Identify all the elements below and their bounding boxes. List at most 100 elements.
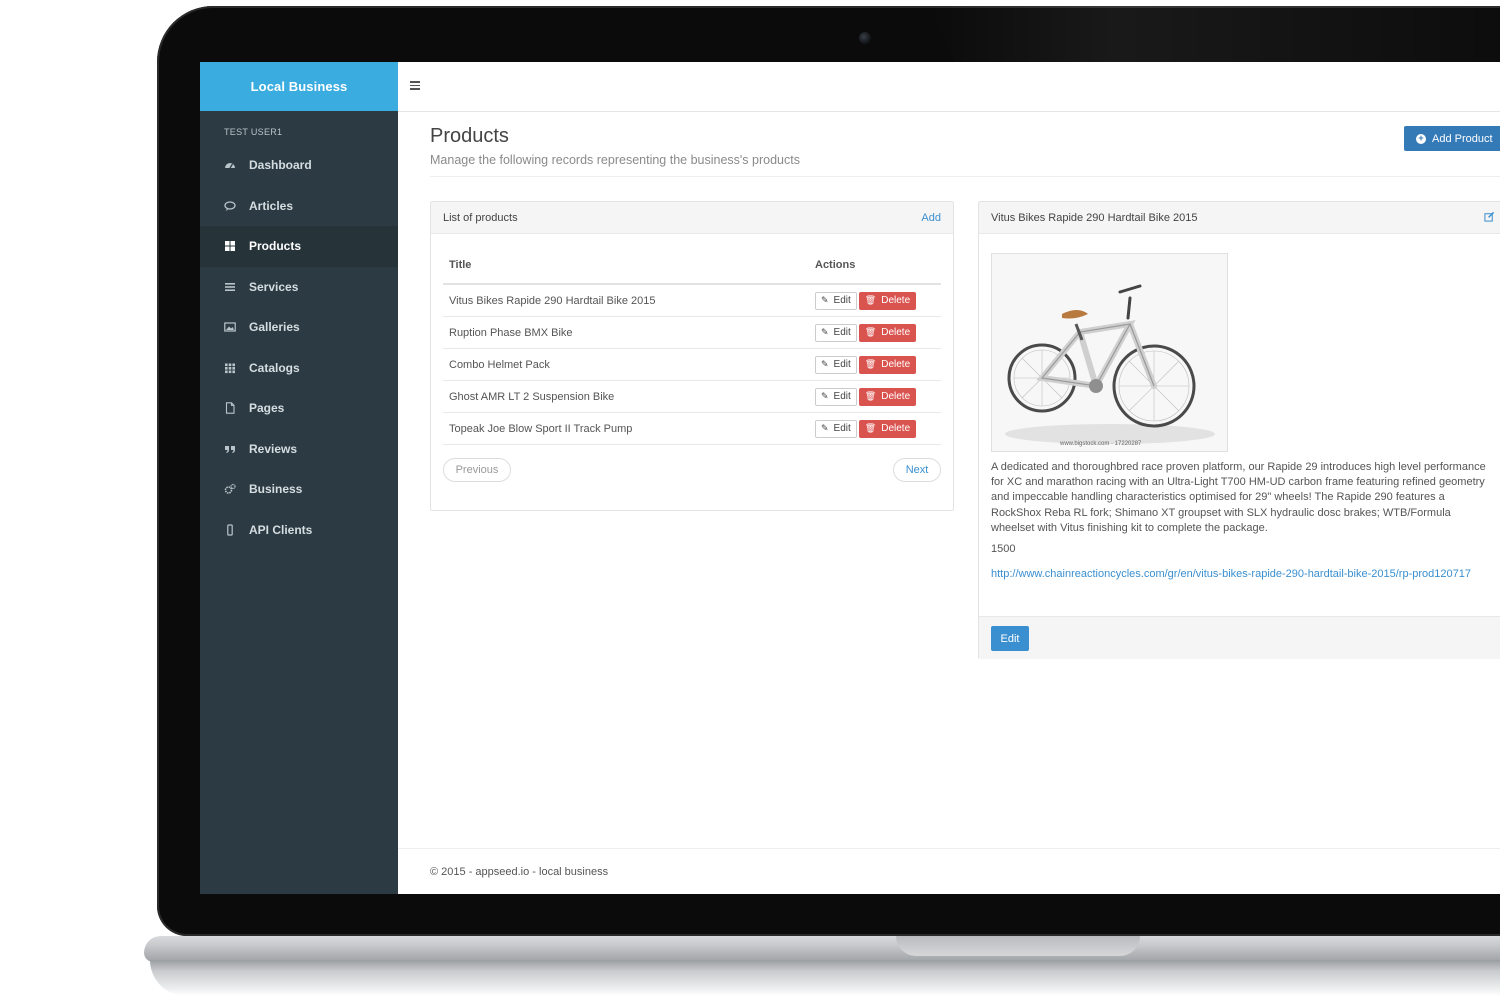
row-edit-button[interactable]: ✎ Edit <box>815 355 857 374</box>
products-table: Title Actions Vitus Bikes Rapide 290 Har… <box>443 246 941 445</box>
product-detail-panel: Vitus Bikes Rapide 290 Hardtail Bike 201… <box>978 201 1500 659</box>
previous-button[interactable]: Previous <box>443 458 511 482</box>
image-caption: www.bigstock.com · 17220287 <box>1060 441 1142 447</box>
product-title-cell: Ghost AMR LT 2 Suspension Bike <box>443 380 809 413</box>
actions-cell: ✎ Edit 🗑 Delete <box>809 284 941 317</box>
sidebar-item-api-clients[interactable]: API Clients <box>200 510 398 551</box>
th-icon <box>224 362 236 374</box>
sidebar-item-label: Dashboard <box>249 158 312 173</box>
copyright-text: © 2015 - appseed.io - local business <box>430 866 609 878</box>
top-bar <box>398 62 1500 112</box>
next-button[interactable]: Next <box>893 458 941 482</box>
product-price: 1500 <box>991 543 1016 555</box>
sidebar-item-label: Business <box>249 482 303 497</box>
add-product-button[interactable]: + Add Product <box>1404 126 1500 151</box>
product-title-cell: Topeak Joe Blow Sport II Track Pump <box>443 412 809 445</box>
current-user: TEST USER1 <box>224 127 283 137</box>
edit-button[interactable]: Edit <box>991 626 1029 651</box>
sidebar-item-dashboard[interactable]: Dashboard <box>200 145 398 186</box>
row-delete-button[interactable]: 🗑 Delete <box>858 355 917 374</box>
trash-icon: 🗑 <box>864 327 877 337</box>
sidebar-item-business[interactable]: Business <box>200 469 398 510</box>
edit-icon: ✎ <box>821 327 829 337</box>
sidebar-item-pages[interactable]: Pages <box>200 388 398 429</box>
actions-cell: ✎ Edit 🗑 Delete <box>809 316 941 349</box>
panel-header: Vitus Bikes Rapide 290 Hardtail Bike 201… <box>979 202 1500 234</box>
cogs-icon <box>224 483 236 495</box>
column-header-actions: Actions <box>809 246 941 285</box>
detail-title: Vitus Bikes Rapide 290 Hardtail Bike 201… <box>991 211 1198 224</box>
row-edit-label: Edit <box>833 295 851 306</box>
edit-icon: ✎ <box>821 423 829 433</box>
sidebar-item-reviews[interactable]: Reviews <box>200 429 398 470</box>
laptop-base-bottom <box>150 960 1500 996</box>
table-row: Ruption Phase BMX Bike ✎ Edit 🗑 Delete <box>443 316 941 349</box>
bike-illustration <box>992 254 1227 451</box>
edit-icon: ✎ <box>821 359 829 369</box>
product-description: A dedicated and thoroughbred race proven… <box>991 461 1486 534</box>
detail-footer: Edit <box>979 616 1500 659</box>
row-delete-button[interactable]: 🗑 Delete <box>858 419 917 438</box>
row-edit-button[interactable]: ✎ Edit <box>815 419 857 438</box>
product-title-cell: Combo Helmet Pack <box>443 348 809 381</box>
sidebar-item-label: Services <box>249 279 299 294</box>
actions-cell: ✎ Edit 🗑 Delete <box>809 412 941 445</box>
plus-circle-icon: + <box>1416 133 1426 144</box>
row-delete-button[interactable]: 🗑 Delete <box>858 323 917 342</box>
comments-icon <box>224 200 236 212</box>
main-content: Products Manage the following records re… <box>398 112 1500 894</box>
camera-icon <box>859 32 871 44</box>
column-header-title: Title <box>443 246 809 285</box>
sidebar-item-label: Reviews <box>249 441 298 456</box>
row-delete-label: Delete <box>881 391 911 402</box>
sidebar-item-articles[interactable]: Articles <box>200 186 398 227</box>
sidebar-item-label: API Clients <box>249 522 313 537</box>
row-delete-label: Delete <box>881 359 911 370</box>
row-delete-button[interactable]: 🗑 Delete <box>858 387 917 406</box>
sidebar-item-products[interactable]: Products <box>200 226 398 267</box>
picture-icon <box>224 321 236 333</box>
trash-icon: 🗑 <box>864 359 877 369</box>
table-row: Ghost AMR LT 2 Suspension Bike ✎ Edit 🗑 Dele… <box>443 380 941 413</box>
sidebar-item-galleries[interactable]: Galleries <box>200 307 398 348</box>
row-delete-button[interactable]: 🗑 Delete <box>858 291 917 310</box>
add-link[interactable]: Add <box>921 212 941 224</box>
product-title-cell: Ruption Phase BMX Bike <box>443 316 809 349</box>
row-edit-button[interactable]: ✎ Edit <box>815 387 857 406</box>
menu-toggle-icon[interactable] <box>410 79 420 93</box>
row-delete-label: Delete <box>881 295 911 306</box>
trash-icon: 🗑 <box>864 295 877 305</box>
header-divider <box>430 176 1500 177</box>
sidebar-item-services[interactable]: Services <box>200 267 398 308</box>
product-list-panel: List of products Add Title Actions Vitus… <box>430 201 954 511</box>
dashboard-icon <box>224 159 236 171</box>
laptop-base <box>144 936 1500 962</box>
lid-reflection <box>930 6 1500 62</box>
product-url-link[interactable]: http://www.chainreactioncycles.com/gr/en… <box>991 567 1471 582</box>
sidebar: Local Business TEST USER1 Dashboard Arti… <box>200 62 398 894</box>
product-title-cell: Vitus Bikes Rapide 290 Hardtail Bike 201… <box>443 284 809 317</box>
page-subtitle: Manage the following records representin… <box>430 153 800 167</box>
sidebar-item-label: Catalogs <box>249 360 300 375</box>
page-footer: © 2015 - appseed.io - local business <box>398 848 1500 894</box>
sidebar-item-label: Galleries <box>249 320 300 335</box>
row-delete-label: Delete <box>881 423 911 434</box>
table-row: Vitus Bikes Rapide 290 Hardtail Bike 201… <box>443 284 941 317</box>
row-edit-button[interactable]: ✎ Edit <box>815 323 857 342</box>
trash-icon: 🗑 <box>864 391 877 401</box>
brand-logo[interactable]: Local Business <box>200 62 398 111</box>
sidebar-item-catalogs[interactable]: Catalogs <box>200 348 398 389</box>
row-edit-label: Edit <box>833 391 851 402</box>
actions-cell: ✎ Edit 🗑 Delete <box>809 380 941 413</box>
row-edit-label: Edit <box>833 359 851 370</box>
edit-icon[interactable] <box>1484 211 1495 225</box>
table-row: Combo Helmet Pack ✎ Edit 🗑 Delete <box>443 348 941 381</box>
laptop-opening-notch <box>896 936 1140 956</box>
trash-icon: 🗑 <box>864 423 877 433</box>
file-icon <box>224 402 236 414</box>
page-title: Products <box>430 125 509 147</box>
row-edit-button[interactable]: ✎ Edit <box>815 291 857 310</box>
row-edit-label: Edit <box>833 327 851 338</box>
edit-icon: ✎ <box>821 391 829 401</box>
table-row: Topeak Joe Blow Sport II Track Pump ✎ Edit… <box>443 412 941 445</box>
